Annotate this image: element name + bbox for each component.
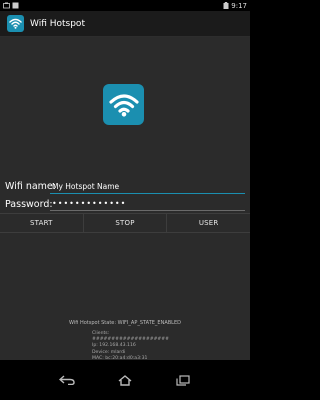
status-bar: 9:17: [0, 0, 250, 11]
back-icon: [59, 375, 75, 385]
start-button[interactable]: START: [0, 214, 83, 232]
wifi-icon: [9, 18, 22, 29]
main-content: Wifi name: My Hotspot Name Password: •••…: [0, 37, 250, 367]
app-title: Wifi Hotspot: [30, 18, 85, 29]
wifi-name-label: Wifi name:: [5, 181, 56, 192]
action-bar: Wifi Hotspot: [0, 11, 250, 36]
wifi-name-row: Wifi name:: [5, 181, 56, 192]
wifi-icon: [108, 93, 139, 117]
screenshot-notification-icon: [3, 2, 10, 9]
stop-button[interactable]: STOP: [82, 214, 167, 232]
password-field[interactable]: •••••••••••••: [50, 197, 245, 211]
home-icon: [118, 374, 132, 386]
recents-button[interactable]: [175, 373, 191, 387]
navigation-bar: [0, 360, 250, 400]
notification-icon: [12, 2, 19, 9]
wifi-name-field[interactable]: My Hotspot Name: [50, 180, 245, 194]
home-button[interactable]: [117, 373, 133, 387]
password-row: Password:: [5, 199, 53, 210]
user-button[interactable]: USER: [166, 214, 250, 232]
app-icon[interactable]: [7, 15, 24, 32]
battery-icon: [223, 2, 229, 9]
back-button[interactable]: [59, 373, 75, 387]
button-bar: START STOP USER: [0, 213, 250, 233]
clock: 9:17: [231, 1, 247, 10]
password-label: Password:: [5, 199, 53, 210]
recents-icon: [176, 374, 190, 386]
hotspot-state: Wifi Hotspot State: WIFI_AP_STATE_ENABLE…: [69, 320, 181, 326]
hotspot-logo: [103, 84, 144, 125]
